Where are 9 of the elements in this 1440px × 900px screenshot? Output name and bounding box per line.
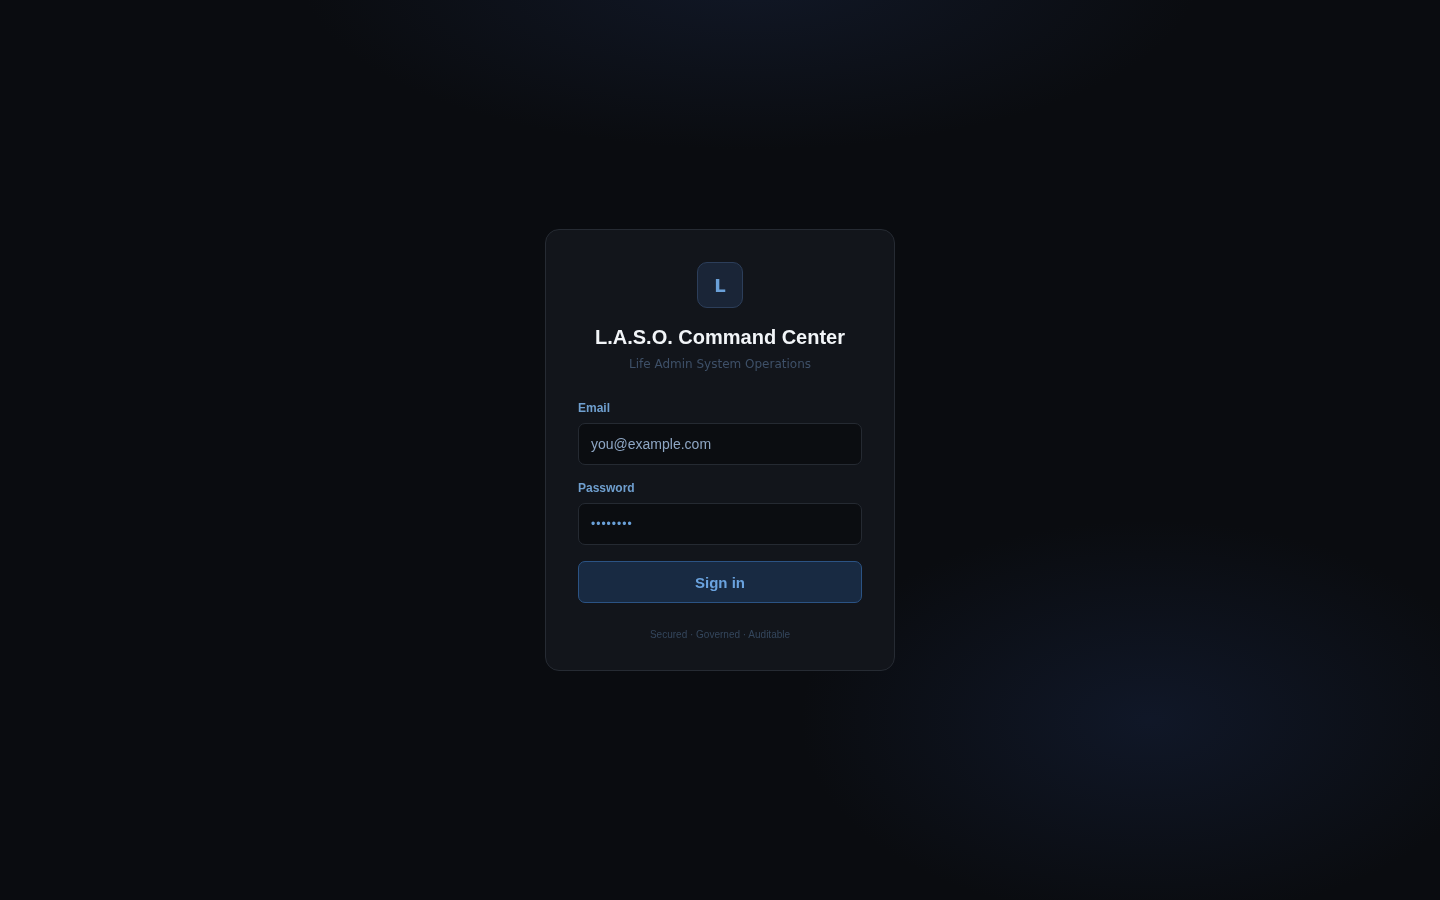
sign-in-button[interactable]: Sign in [578, 561, 862, 603]
app-subtitle: Life Admin System Operations [628, 357, 811, 371]
field-label: Password [578, 481, 636, 495]
app-title: L.A.S.O. Command Center [595, 326, 845, 349]
footer-note: Secured · Governed · Auditable [649, 629, 791, 640]
input-field[interactable]: •••••••• [578, 503, 862, 545]
logo-badge: L [697, 262, 743, 308]
field-label: Email [578, 401, 611, 415]
input-field[interactable]: you@example.com [578, 423, 862, 465]
